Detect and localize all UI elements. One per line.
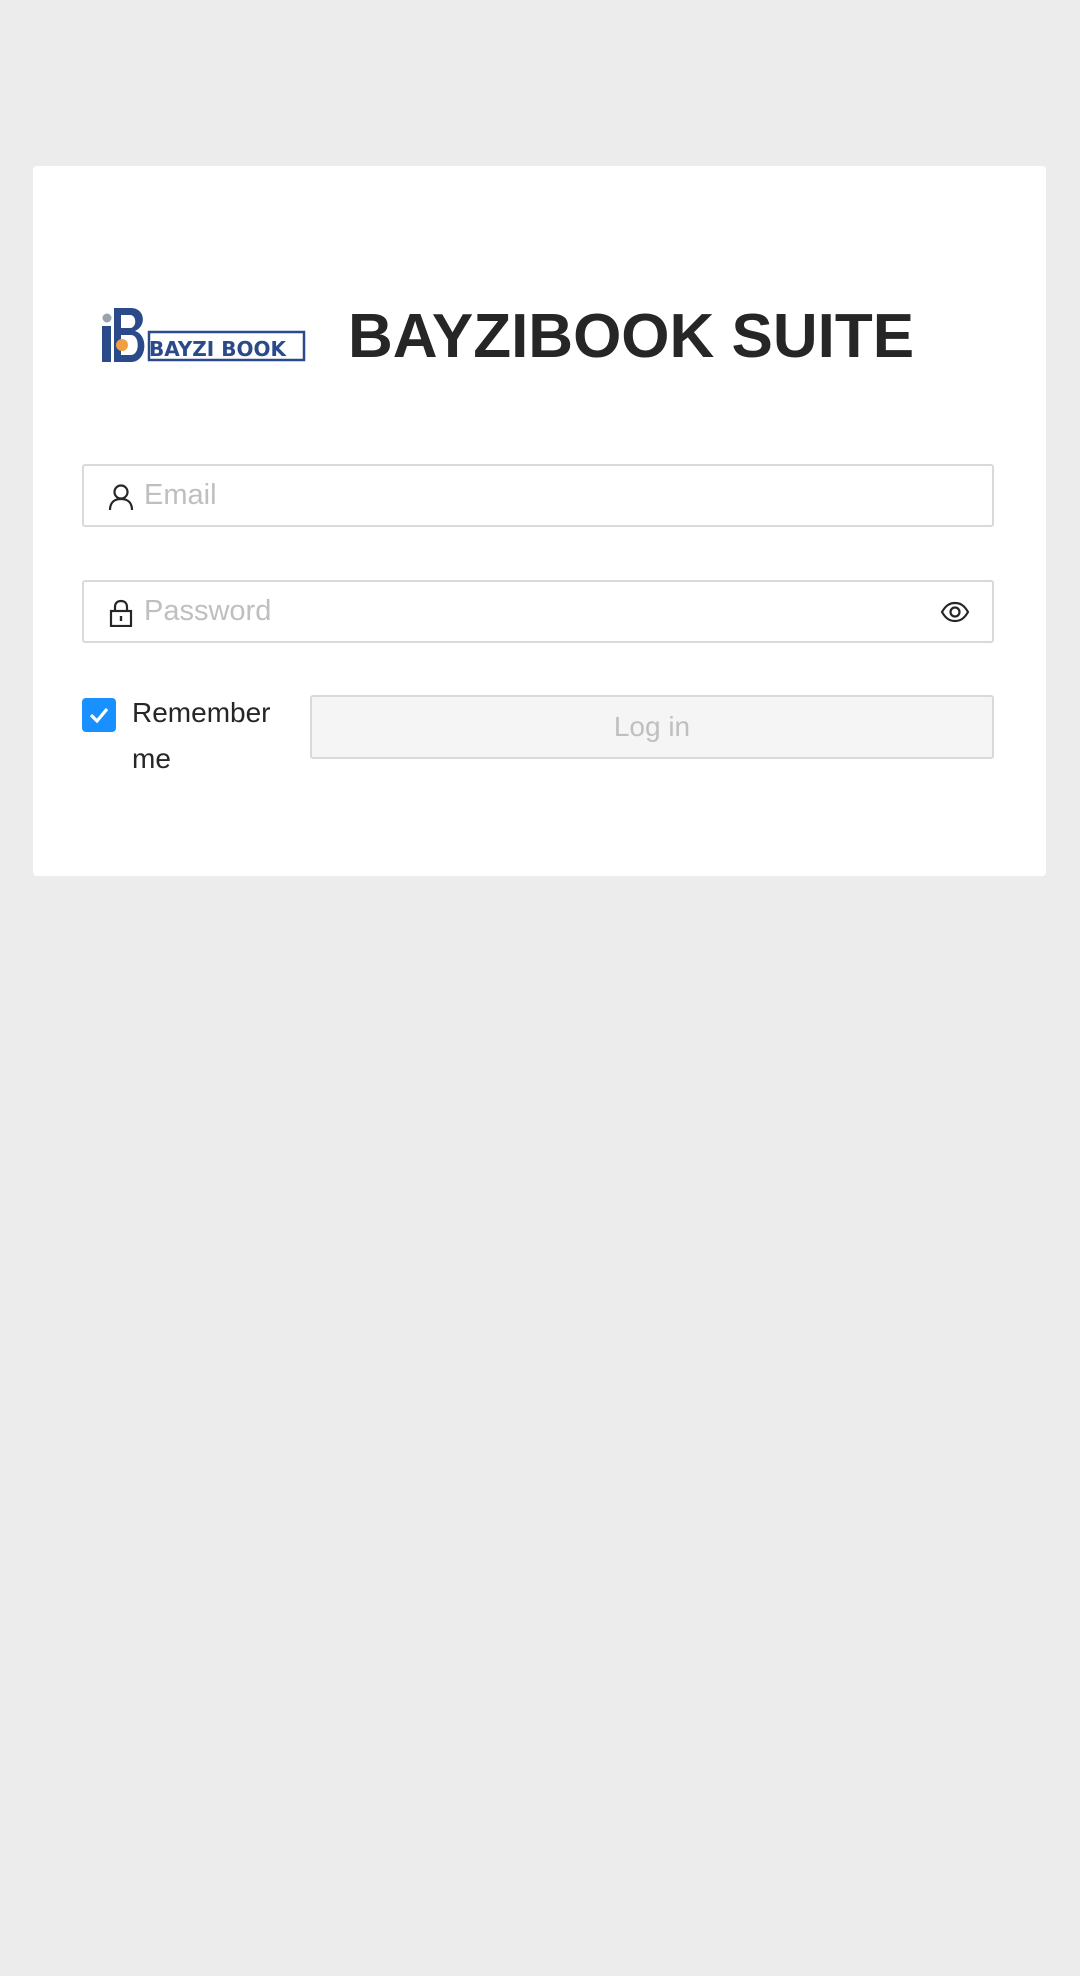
password-field[interactable]: [82, 580, 994, 643]
brand-header: BAYZI BOOK BAYZIBOOK SUITE: [101, 286, 981, 386]
eye-icon[interactable]: [940, 598, 970, 626]
bayzibook-logo: BAYZI BOOK: [102, 307, 306, 362]
app-title: BAYZIBOOK SUITE: [348, 301, 915, 371]
remember-me-checkbox[interactable]: [82, 698, 116, 732]
lock-icon: [109, 599, 133, 627]
logo-wordmark: BAYZI BOOK: [149, 337, 287, 361]
remember-me-label[interactable]: Remember me: [132, 690, 282, 782]
user-icon: [108, 484, 134, 511]
email-input[interactable]: [144, 466, 924, 525]
login-button[interactable]: Log in: [310, 695, 994, 759]
password-input[interactable]: [144, 582, 924, 641]
login-card: BAYZI BOOK BAYZIBOOK SUITE Remember me: [33, 166, 1046, 876]
email-field[interactable]: [82, 464, 994, 527]
remember-me[interactable]: Remember me: [82, 696, 282, 782]
checkmark-icon: [89, 707, 109, 724]
